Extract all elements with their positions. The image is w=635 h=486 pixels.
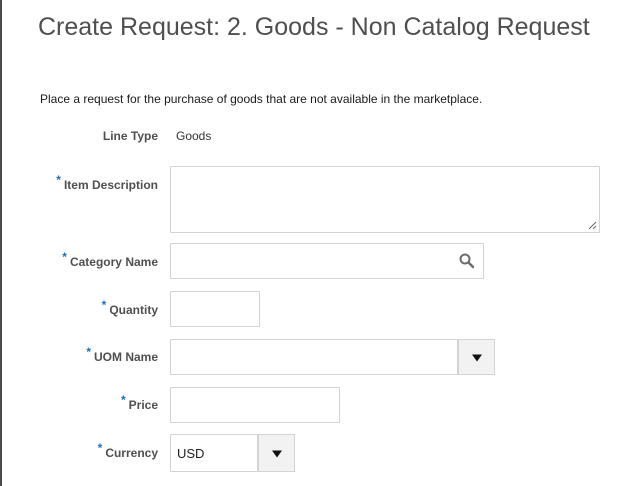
category-name-label: * Category Name (62, 250, 158, 269)
required-marker: * (101, 298, 107, 312)
uom-name-label: * UOM Name (86, 345, 158, 364)
line-type-label: Line Type (102, 129, 158, 143)
item-description-input[interactable] (170, 166, 600, 233)
search-icon[interactable] (457, 251, 477, 271)
page-frame: Create Request: 2. Goods - Non Catalog R… (0, 0, 633, 486)
quantity-label: * Quantity (101, 298, 158, 317)
currency-label: * Currency (97, 441, 158, 460)
page-title: Create Request: 2. Goods - Non Catalog R… (38, 13, 590, 41)
required-marker: * (56, 173, 61, 187)
uom-name-dropdown-button[interactable] (458, 339, 495, 375)
line-type-value: Goods (176, 129, 212, 143)
currency-select[interactable]: USD (170, 434, 258, 472)
quantity-input[interactable] (170, 291, 260, 327)
required-marker: * (86, 345, 91, 359)
required-marker: * (97, 441, 103, 455)
price-input[interactable] (170, 387, 340, 423)
uom-name-select[interactable] (170, 339, 458, 375)
chevron-down-icon (271, 450, 282, 458)
page-description: Place a request for the purchase of good… (40, 92, 483, 106)
category-name-input[interactable] (170, 243, 484, 279)
currency-value: USD (177, 446, 205, 461)
required-marker: * (62, 250, 67, 264)
price-label: * Price (120, 393, 158, 412)
chevron-down-icon (471, 354, 482, 362)
item-description-label: * Item Description (56, 173, 158, 192)
required-marker: * (120, 393, 126, 407)
currency-dropdown-button[interactable] (258, 434, 295, 472)
resize-grip-icon[interactable] (587, 220, 597, 230)
